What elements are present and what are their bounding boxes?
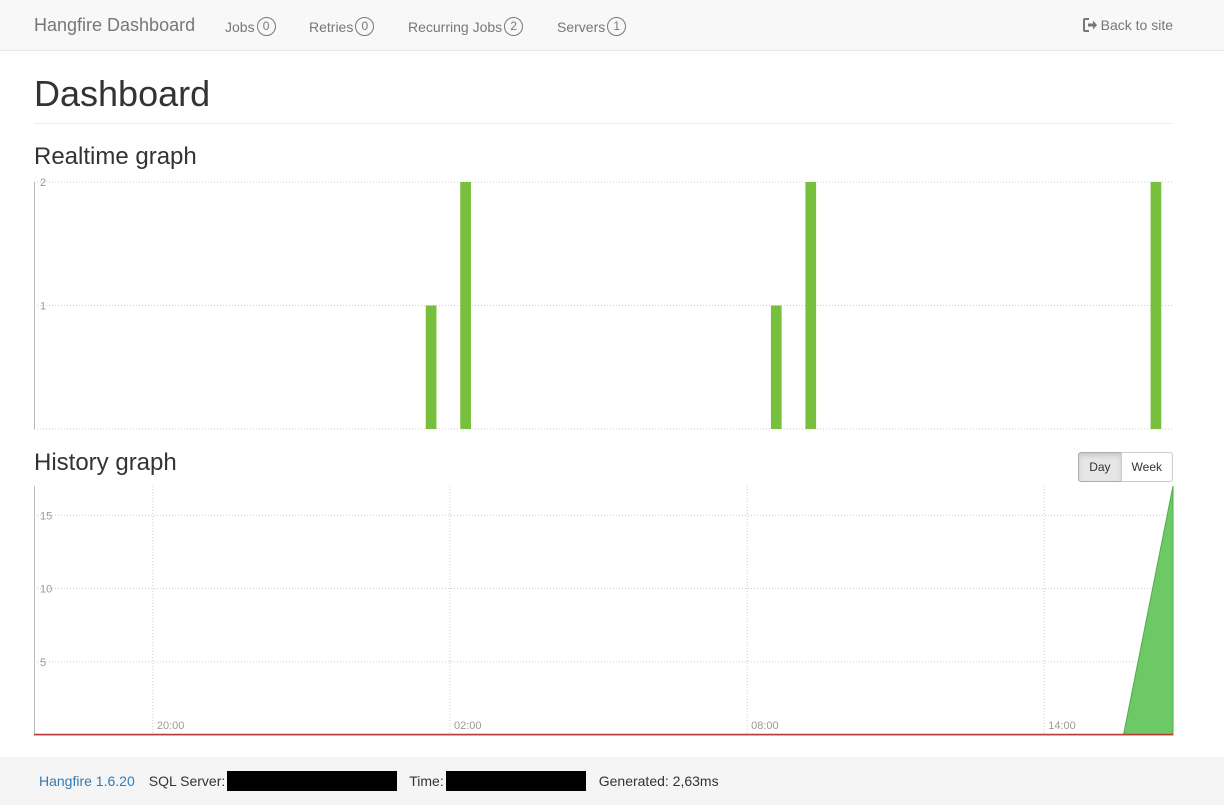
day-button[interactable]: Day [1078, 452, 1122, 482]
count-badge: 1 [607, 17, 627, 36]
page-title: Dashboard [34, 73, 211, 114]
y-tick-label: 5 [40, 657, 46, 669]
history-chart: 5 10 15 20:00 02:00 08:00 14:00 [34, 485, 1174, 736]
navbar: Hangfire Dashboard Jobs 0 Retries 0 Recu… [0, 0, 1224, 51]
realtime-graph-title: Realtime graph [34, 143, 197, 170]
realtime-bar [805, 182, 817, 429]
realtime-bar [425, 305, 437, 429]
back-to-site-link[interactable]: Back to site [1082, 17, 1173, 33]
nav-item-retries[interactable]: Retries 0 [309, 17, 375, 36]
generated-time: Generated: 2,63ms [598, 773, 719, 789]
nav-item-recurring-jobs[interactable]: Recurring Jobs 2 [408, 17, 524, 36]
time-label: Time: [409, 773, 444, 789]
nav-item-servers[interactable]: Servers 1 [557, 17, 627, 36]
x-tick-label: 08:00 [751, 720, 779, 732]
realtime-chart-svg: 12 [34, 177, 1173, 430]
y-tick-label: 2 [40, 177, 46, 189]
x-tick-label: 14:00 [1048, 720, 1076, 732]
x-tick-label: 20:00 [157, 720, 185, 732]
count-badge: 2 [504, 17, 524, 36]
y-tick-label: 1 [40, 301, 46, 313]
version-link[interactable]: Hangfire 1.6.20 [39, 773, 135, 789]
realtime-bar [1150, 182, 1162, 429]
sql-server-label: SQL Server: [148, 773, 226, 789]
history-chart-svg: 5 10 15 20:00 02:00 08:00 14:00 [34, 485, 1174, 736]
nav-item-jobs[interactable]: Jobs 0 [225, 17, 276, 36]
realtime-bar [460, 182, 471, 429]
nav-label: Jobs [225, 18, 255, 35]
x-tick-label: 02:00 [454, 720, 482, 732]
count-badge: 0 [256, 17, 276, 36]
title-divider [34, 123, 1173, 124]
y-tick-label: 10 [40, 584, 52, 596]
history-graph-title: History graph [34, 449, 177, 476]
time-value-redacted [445, 771, 586, 791]
footer: Hangfire 1.6.20 SQL Server: Time: Genera… [0, 757, 1224, 805]
sql-server-value-redacted [227, 771, 398, 791]
range-toggle: Day Week [1078, 452, 1173, 482]
succeeded-area [34, 485, 1174, 736]
brand-link[interactable]: Hangfire Dashboard [34, 15, 195, 36]
nav-label: Retries [309, 18, 354, 35]
count-badge: 0 [355, 17, 375, 36]
week-button[interactable]: Week [1120, 452, 1173, 482]
y-tick-label: 15 [40, 510, 52, 522]
nav-label: Recurring Jobs [408, 18, 503, 35]
back-to-site-label: Back to site [1100, 17, 1173, 33]
nav-label: Servers [557, 18, 606, 35]
realtime-bar [770, 305, 782, 429]
sign-out-icon [1082, 18, 1097, 32]
realtime-chart: 12 [34, 177, 1173, 430]
